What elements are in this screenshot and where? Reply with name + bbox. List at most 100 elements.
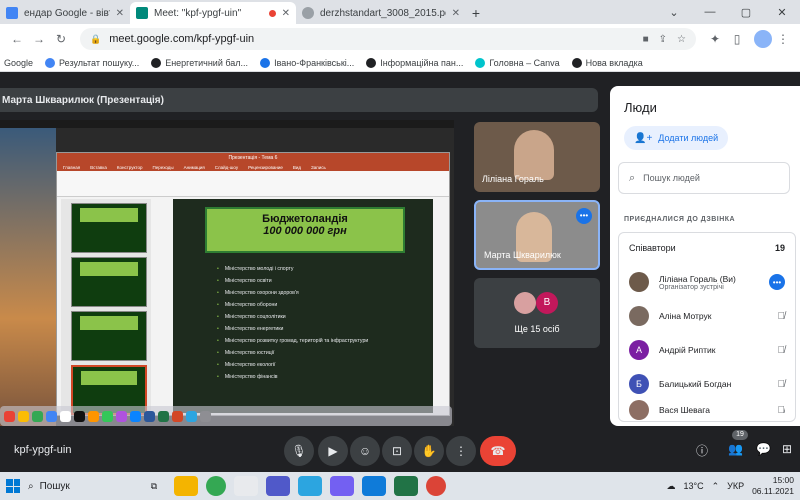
wifi-icon[interactable]: ⌃ — [712, 481, 720, 492]
new-tab-button[interactable]: + — [466, 2, 486, 24]
telegram-icon[interactable] — [298, 476, 322, 496]
pp-tab[interactable]: Вид — [293, 165, 301, 170]
back-icon[interactable]: ← — [6, 32, 28, 46]
desktop-background — [0, 128, 56, 426]
mic-off-icon: 🎙̸ — [777, 404, 786, 416]
lock-icon[interactable]: 🔒 — [90, 34, 101, 45]
pp-tab[interactable]: Главная — [63, 165, 80, 170]
more-options-button[interactable]: ⋮ — [446, 436, 476, 466]
bookmark-item[interactable]: Результат пошуку... — [45, 57, 139, 68]
minimize-icon[interactable]: — — [692, 6, 728, 18]
participant-tile[interactable]: Марта Шкварилюк ••• — [474, 200, 600, 270]
site-icon — [366, 57, 377, 68]
pp-ribbon-tabs: Главная Вставка Конструктор Переходы Ани… — [57, 163, 449, 171]
bookmark-item[interactable]: Головна – Canva — [475, 57, 560, 68]
slide-list: Міністерство молоді і спорту Міністерств… — [217, 263, 368, 383]
viber-icon[interactable] — [330, 476, 354, 496]
task-view-icon[interactable]: ⧉ — [142, 476, 166, 496]
close-icon[interactable]: ✕ — [446, 8, 460, 19]
taskbar-search[interactable]: ⌕ Пошук — [28, 475, 138, 497]
participant-row[interactable]: Вася Шевага 🎙̸ — [629, 399, 785, 421]
edge-icon[interactable] — [362, 476, 386, 496]
excel-icon[interactable] — [394, 476, 418, 496]
maximize-icon[interactable]: ▢ — [728, 6, 764, 19]
avatar: А — [629, 340, 649, 360]
group-header[interactable]: Співавтори 19 — [629, 243, 785, 253]
participant-row[interactable]: Ліліана Гораль (Ви) Організатор зустрічі… — [629, 267, 785, 297]
pp-tab[interactable]: Слайд-шоу — [215, 165, 238, 170]
notepad-icon[interactable] — [234, 476, 258, 496]
participant-row[interactable]: А Андрій Риптик 🎙̸ — [629, 335, 785, 365]
mic-icon: 🎙 — [291, 444, 307, 458]
bookmark-item[interactable]: Івано-Франківські... — [260, 57, 354, 68]
present-button[interactable]: ⊡ — [382, 436, 412, 466]
close-window-icon[interactable]: ✕ — [764, 6, 800, 19]
camera-icon[interactable]: ■ — [643, 34, 649, 45]
weather-icon[interactable]: ☁ — [666, 481, 675, 492]
sidepanel-icon[interactable]: ▯ — [726, 32, 748, 46]
pp-tab[interactable]: Переходы — [153, 165, 174, 170]
participant-row[interactable]: Аліна Мотрук 🎙̸ — [629, 301, 785, 331]
info-icon[interactable]: ⓘ — [696, 442, 708, 459]
mic-button[interactable]: 🎙 — [284, 436, 314, 466]
slide-thumbnail[interactable] — [71, 203, 147, 253]
dock-app-icon — [74, 410, 85, 422]
more-vert-icon: ⋮ — [455, 444, 467, 458]
weather-temp: 13°C — [683, 481, 704, 491]
participant-tile[interactable]: Ліліана Гораль — [474, 122, 600, 192]
file-explorer-icon[interactable] — [174, 476, 198, 496]
star-icon[interactable]: ☆ — [677, 34, 686, 45]
participant-count-badge: 19 — [732, 430, 748, 440]
close-icon[interactable]: ✕ — [276, 8, 290, 19]
raise-hand-button[interactable]: ✋ — [414, 436, 444, 466]
more-options-icon[interactable]: ••• — [769, 274, 785, 290]
avatar — [629, 272, 649, 292]
share-icon[interactable]: ⇪ — [659, 34, 667, 45]
menu-icon[interactable]: ⋮ — [772, 32, 794, 46]
tab-meet[interactable]: Meet: "kpf-ypgf-uin" ✕ — [130, 2, 296, 24]
tab-pdf[interactable]: derzhstandart_3008_2015.pdf ✕ — [296, 2, 466, 24]
leave-call-button[interactable]: ☎ — [480, 436, 516, 466]
pp-tab[interactable]: Конструктор — [117, 165, 143, 170]
profile-avatar[interactable] — [754, 30, 772, 48]
participant-name: Ліліана Гораль (Ви) — [659, 273, 736, 284]
camera-button[interactable]: ▶ — [318, 436, 348, 466]
chrome-icon[interactable] — [426, 476, 446, 496]
bookmark-item[interactable]: Нова вкладка — [571, 57, 643, 68]
close-icon[interactable]: ✕ — [110, 8, 124, 19]
bookmark-item[interactable]: Інформаційна пан... — [366, 57, 463, 68]
bookmark-label: Google — [4, 57, 34, 68]
participant-tile[interactable]: B Ще 15 осіб — [474, 278, 600, 348]
url-bar[interactable]: 🔒 meet.google.com/kpf-ypgf-uin ■ ⇪ ☆ — [80, 28, 696, 50]
language-indicator[interactable]: УКР — [727, 481, 744, 491]
participant-name: Ліліана Гораль — [482, 174, 544, 184]
slide-thumbnail[interactable] — [71, 257, 147, 307]
chrome-icon[interactable] — [206, 476, 226, 496]
search-people-input[interactable]: ⌕ Пошук людей — [618, 162, 790, 194]
add-people-button[interactable]: 👤+ Додати людей — [624, 126, 729, 150]
bookmark-item[interactable]: Енергетичний бал... — [151, 57, 248, 68]
reactions-button[interactable]: ☺ — [350, 436, 380, 466]
reload-icon[interactable]: ↻ — [50, 32, 72, 46]
participant-avatar — [514, 292, 536, 314]
more-options-icon[interactable]: ••• — [576, 208, 592, 224]
pp-tab[interactable]: Запись — [311, 165, 326, 170]
pp-tab[interactable]: Вставка — [90, 165, 107, 170]
pp-tab[interactable]: Рецензирование — [248, 165, 283, 170]
pp-tab[interactable]: Анимация — [184, 165, 205, 170]
clock[interactable]: 15:00 06.11.2021 — [752, 475, 794, 497]
bookmark-item[interactable]: Google — [4, 58, 33, 68]
participant-row[interactable]: Б Балицький Богдан 🎙̸ — [629, 369, 785, 399]
windows-start-icon[interactable] — [6, 479, 20, 493]
pp-ribbon — [57, 171, 449, 197]
chat-icon[interactable]: 💬 — [756, 442, 771, 456]
activities-icon[interactable]: ⊞ — [782, 442, 792, 456]
tab-calendar[interactable]: ендар Google - вівторок, 7 ✕ — [0, 2, 130, 24]
slide-thumbnail[interactable] — [71, 311, 147, 361]
people-icon[interactable]: 👥 — [728, 442, 743, 456]
teams-icon[interactable] — [266, 476, 290, 496]
mac-menubar — [0, 120, 454, 128]
tab-search-icon[interactable]: ⌄ — [656, 6, 692, 19]
forward-icon[interactable]: → — [28, 32, 50, 46]
extensions-icon[interactable]: ✦ — [704, 32, 726, 46]
